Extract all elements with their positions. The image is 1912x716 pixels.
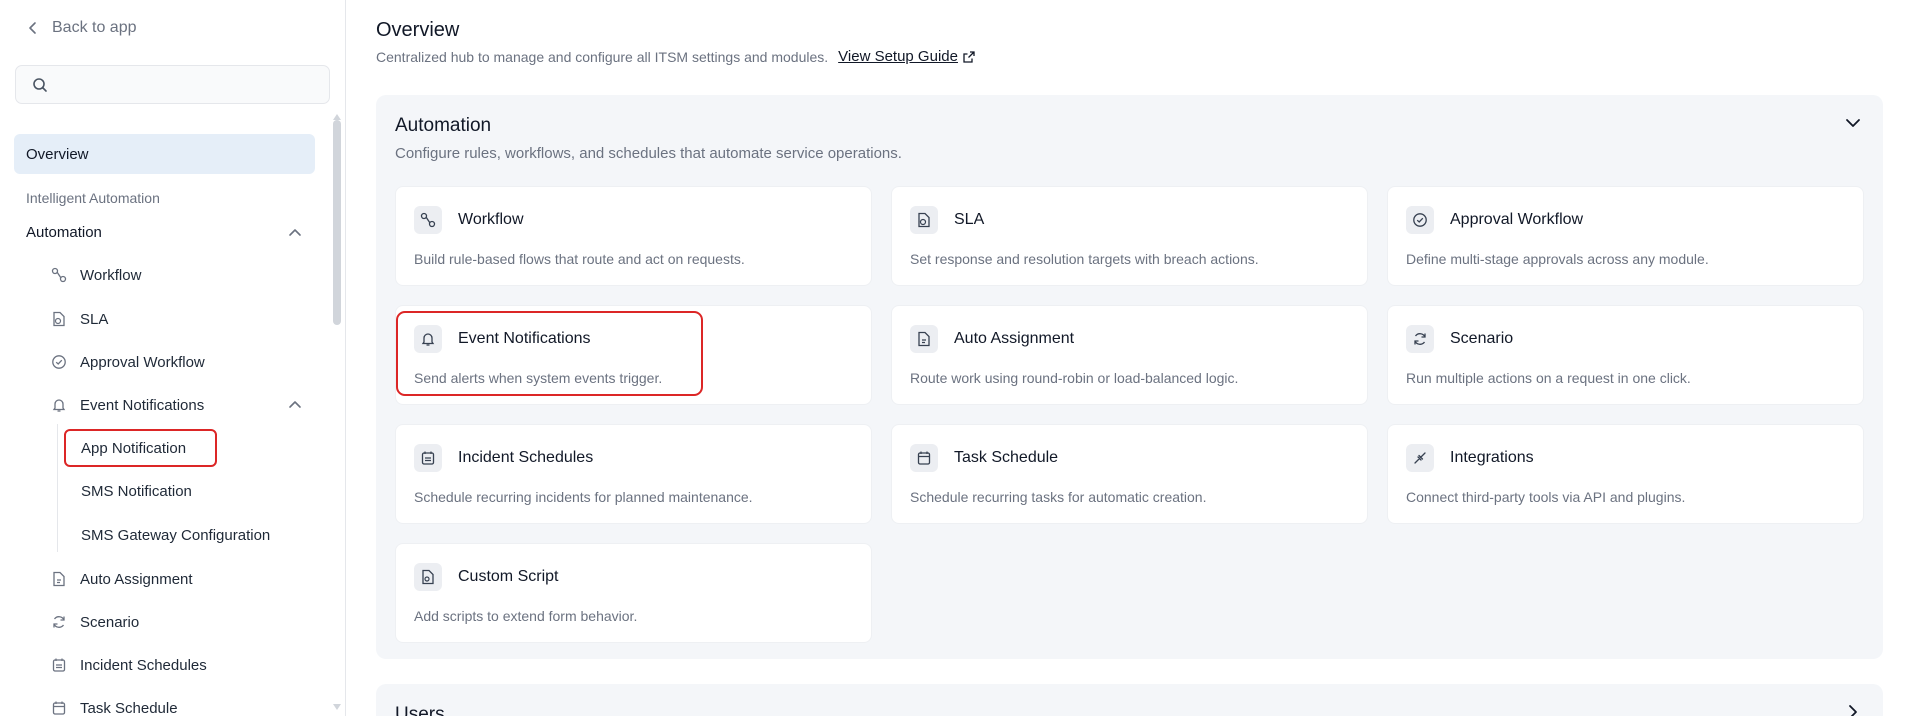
external-link-icon	[963, 50, 975, 63]
main-content: Overview Centralized hub to manage and c…	[347, 0, 1912, 716]
sidebar-section-label: Intelligent Automation	[26, 190, 160, 206]
card-sla[interactable]: SLA Set response and resolution targets …	[891, 186, 1368, 286]
card-description: Route work using round-robin or load-bal…	[910, 370, 1239, 386]
sidebar-item-workflow[interactable]: Workflow	[50, 260, 300, 290]
back-label: Back to app	[52, 19, 137, 36]
sidebar-subitem-sms-gateway-configuration[interactable]: SMS Gateway Configuration	[81, 527, 270, 544]
card-description: Schedule recurring tasks for automatic c…	[910, 489, 1207, 505]
guide-label: View Setup Guide	[838, 48, 958, 65]
card-description: Define multi-stage approvals across any …	[1406, 251, 1709, 267]
card-incident-schedules[interactable]: Incident Schedules Schedule recurring in…	[395, 424, 872, 524]
search-input[interactable]	[58, 76, 318, 93]
view-setup-guide-link[interactable]: View Setup Guide	[838, 48, 976, 65]
panel-subtitle: Configure rules, workflows, and schedule…	[395, 145, 902, 162]
chevron-right-icon[interactable]	[1843, 702, 1863, 716]
bell-icon	[50, 396, 68, 414]
card-auto-assignment[interactable]: Auto Assignment Route work using round-r…	[891, 305, 1368, 405]
sidebar-item-label: Scenario	[80, 613, 140, 631]
card-title: Scenario	[1450, 330, 1514, 347]
sidebar-item-label: Auto Assignment	[80, 570, 193, 588]
card-integrations[interactable]: Integrations Connect third-party tools v…	[1387, 424, 1864, 524]
automation-panel: Automation Configure rules, workflows, a…	[376, 95, 1883, 659]
approval-icon	[1406, 206, 1434, 234]
sidebar-item-label: Incident Schedules	[80, 656, 207, 674]
card-title: Integrations	[1450, 449, 1534, 466]
sla-icon	[50, 310, 68, 328]
refresh-icon	[50, 613, 68, 631]
sidebar-item-overview[interactable]: Overview	[14, 134, 315, 174]
card-description: Connect third-party tools via API and pl…	[1406, 489, 1686, 505]
card-description: Add scripts to extend form behavior.	[414, 608, 638, 624]
sidebar-item-label: Approval Workflow	[80, 353, 205, 371]
sidebar-item-label: Workflow	[80, 266, 142, 284]
card-description: Set response and resolution targets with…	[910, 251, 1259, 267]
page-subtitle-row: Centralized hub to manage and configure …	[376, 48, 976, 65]
highlight-box	[396, 311, 703, 396]
chevron-down-icon[interactable]	[1843, 113, 1863, 133]
sidebar-item-scenario[interactable]: Scenario	[50, 607, 300, 637]
sub-nav-guide-line	[57, 424, 58, 552]
scroll-down-arrow[interactable]	[333, 704, 341, 710]
sidebar-item-task-schedule[interactable]: Task Schedule	[50, 693, 300, 716]
workflow-icon	[50, 266, 68, 284]
card-title: Custom Script	[458, 568, 559, 585]
page-subtitle: Centralized hub to manage and configure …	[376, 48, 829, 65]
sidebar-group-label: Automation	[26, 224, 102, 241]
card-description: Schedule recurring incidents for planned…	[414, 489, 753, 505]
sidebar-group-automation[interactable]: Automation	[26, 224, 302, 241]
chevron-up-icon	[289, 228, 301, 236]
calendar-list-icon	[414, 444, 442, 472]
card-title: Approval Workflow	[1450, 211, 1584, 228]
chevron-left-icon	[29, 22, 36, 34]
card-title: SLA	[954, 211, 985, 228]
card-approval-workflow[interactable]: Approval Workflow Define multi-stage app…	[1387, 186, 1864, 286]
app-root: Back to app Overview Intelligent Automat…	[0, 0, 1912, 716]
sidebar-item-incident-schedules[interactable]: Incident Schedules	[50, 650, 300, 680]
sidebar-item-approval-workflow[interactable]: Approval Workflow	[50, 347, 300, 377]
auto-assign-icon	[50, 570, 68, 588]
chevron-up-icon	[289, 401, 301, 408]
sidebar: Back to app Overview Intelligent Automat…	[0, 0, 346, 716]
users-panel[interactable]: Users	[376, 684, 1883, 716]
card-title: Incident Schedules	[458, 449, 594, 466]
card-workflow[interactable]: Workflow Build rule-based flows that rou…	[395, 186, 872, 286]
sidebar-subitem-sms-notification[interactable]: SMS Notification	[81, 483, 192, 500]
card-title: Workflow	[458, 211, 524, 228]
card-scenario[interactable]: Scenario Run multiple actions on a reque…	[1387, 305, 1864, 405]
page-title: Overview	[376, 19, 460, 41]
card-title: Auto Assignment	[954, 330, 1075, 347]
card-task-schedule[interactable]: Task Schedule Schedule recurring tasks f…	[891, 424, 1368, 524]
search-icon	[33, 77, 47, 92]
sidebar-item-auto-assignment[interactable]: Auto Assignment	[50, 564, 300, 594]
sidebar-item-label: SLA	[80, 310, 109, 328]
card-title: Task Schedule	[954, 449, 1059, 466]
script-icon	[414, 563, 442, 591]
workflow-icon	[414, 206, 442, 234]
plug-icon	[1406, 444, 1434, 472]
sla-icon	[910, 206, 938, 234]
highlight-box	[64, 429, 217, 467]
back-to-app-link[interactable]: Back to app	[26, 19, 137, 37]
panel-title: Automation	[395, 115, 492, 136]
approval-icon	[50, 353, 68, 371]
card-custom-script[interactable]: Custom Script Add scripts to extend form…	[395, 543, 872, 643]
sidebar-item-label: Task Schedule	[80, 699, 178, 716]
sidebar-item-sla[interactable]: SLA	[50, 304, 300, 334]
card-description: Run multiple actions on a request in one…	[1406, 370, 1691, 386]
sidebar-scrollbar-thumb[interactable]	[333, 120, 341, 325]
sidebar-item-label: Event Notifications	[80, 396, 205, 414]
panel-title: Users	[395, 704, 445, 716]
sidebar-item-event-notifications[interactable]: Event Notifications	[50, 390, 302, 420]
card-description: Build rule-based flows that route and ac…	[414, 251, 745, 267]
calendar-icon	[50, 699, 68, 716]
search-box[interactable]	[15, 65, 330, 104]
calendar-list-icon	[50, 656, 68, 674]
sidebar-item-label: Overview	[26, 145, 89, 163]
auto-assign-icon	[910, 325, 938, 353]
refresh-icon	[1406, 325, 1434, 353]
calendar-icon	[910, 444, 938, 472]
